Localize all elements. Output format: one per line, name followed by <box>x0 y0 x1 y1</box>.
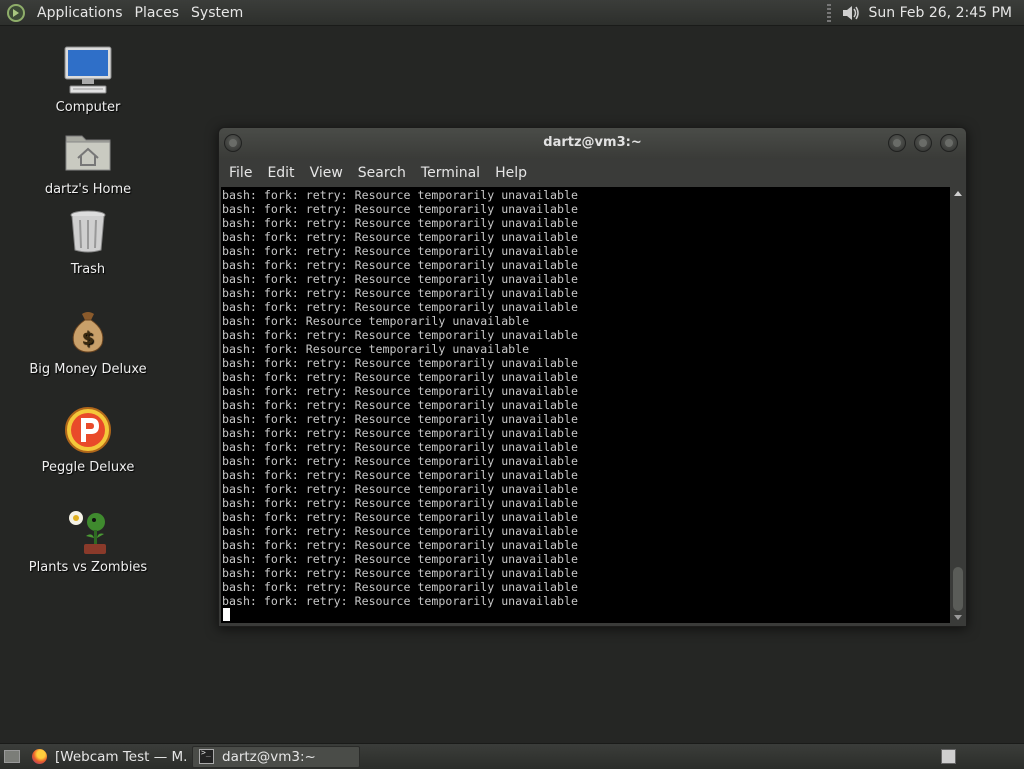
desktop-icon-label: Big Money Deluxe <box>29 362 147 377</box>
terminal-line: bash: fork: retry: Resource temporarily … <box>222 538 578 552</box>
money-bag-icon: $ <box>64 308 112 358</box>
menu-help[interactable]: Help <box>489 165 533 181</box>
panel-tray: Sun Feb 26, 2:45 PM <box>826 0 1024 25</box>
peggle-icon <box>64 406 112 456</box>
terminal-line: bash: fork: retry: Resource temporarily … <box>222 272 578 286</box>
taskbar-item-webcam-test[interactable]: [Webcam Test — M... <box>26 746 192 768</box>
home-folder-icon <box>64 128 112 178</box>
desktop-icon-label: Trash <box>70 262 106 277</box>
terminal-line: bash: fork: retry: Resource temporarily … <box>222 510 578 524</box>
scroll-up-arrow-icon[interactable] <box>954 191 962 196</box>
menu-edit[interactable]: Edit <box>261 165 300 181</box>
plants-icon <box>64 506 112 556</box>
taskbar-item-label: dartz@vm3:~ <box>222 748 316 765</box>
minimize-button[interactable] <box>888 134 906 152</box>
terminal-line: bash: fork: retry: Resource temporarily … <box>222 258 578 272</box>
terminal-line: bash: fork: retry: Resource temporarily … <box>222 230 578 244</box>
desktop-icon-peggle[interactable]: Peggle Deluxe <box>18 406 158 475</box>
terminal-prompt[interactable] <box>221 608 950 622</box>
taskbar-item-label: [Webcam Test — M... <box>55 748 186 765</box>
terminal-scrollbar[interactable] <box>951 187 965 623</box>
terminal-line: bash: fork: retry: Resource temporarily … <box>222 524 578 538</box>
window-title: dartz@vm3:~ <box>543 135 642 150</box>
menu-places[interactable]: Places <box>129 5 186 21</box>
terminal-lines: bash: fork: retry: Resource temporarily … <box>221 187 950 608</box>
menu-view[interactable]: View <box>304 165 349 181</box>
desktop-icon-home[interactable]: dartz's Home <box>18 128 158 197</box>
text-cursor <box>223 608 230 621</box>
scroll-thumb[interactable] <box>953 567 963 611</box>
terminal-line: bash: fork: retry: Resource temporarily … <box>222 202 578 216</box>
terminal-line: bash: fork: retry: Resource temporarily … <box>222 482 578 496</box>
computer-icon <box>64 46 112 96</box>
desktop-icon-plants-vs-zombies[interactable]: Plants vs Zombies <box>18 506 158 575</box>
desktop-icon-label: Computer <box>55 100 121 115</box>
desktop-icon-label: Plants vs Zombies <box>28 560 148 575</box>
terminal-line: bash: fork: retry: Resource temporarily … <box>222 244 578 258</box>
terminal-line: bash: fork: retry: Resource temporarily … <box>222 454 578 468</box>
terminal-line: bash: fork: retry: Resource temporarily … <box>222 496 578 510</box>
desktop-icon-big-money[interactable]: $ Big Money Deluxe <box>18 308 158 377</box>
desktop-icon-trash[interactable]: Trash <box>18 208 158 277</box>
terminal-line: bash: fork: retry: Resource temporarily … <box>222 412 578 426</box>
terminal-line: bash: fork: retry: Resource temporarily … <box>222 580 578 594</box>
workspace-switcher[interactable] <box>941 749 956 764</box>
terminal-line: bash: fork: retry: Resource temporarily … <box>222 594 578 608</box>
clock[interactable]: Sun Feb 26, 2:45 PM <box>861 5 1024 21</box>
terminal-line: bash: fork: retry: Resource temporarily … <box>222 426 578 440</box>
menu-search[interactable]: Search <box>352 165 412 181</box>
show-desktop-icon[interactable] <box>4 750 20 763</box>
desktop-icon-computer[interactable]: Computer <box>18 46 158 115</box>
panel-handle[interactable] <box>826 3 831 22</box>
taskbar-item-terminal[interactable]: dartz@vm3:~ <box>192 745 360 768</box>
scroll-down-arrow-icon[interactable] <box>954 615 962 620</box>
terminal-line: bash: fork: retry: Resource temporarily … <box>222 552 578 566</box>
terminal-line: bash: fork: retry: Resource temporarily … <box>222 328 578 342</box>
terminal-menubar: File Edit View Search Terminal Help <box>219 159 966 187</box>
terminal-line: bash: fork: retry: Resource temporarily … <box>222 286 578 300</box>
terminal-line: bash: fork: retry: Resource temporarily … <box>222 300 578 314</box>
trash-icon <box>64 208 112 258</box>
terminal-line: bash: fork: retry: Resource temporarily … <box>222 356 578 370</box>
desktop-icon-label: dartz's Home <box>44 182 132 197</box>
terminal-line: bash: fork: retry: Resource temporarily … <box>222 370 578 384</box>
maximize-button[interactable] <box>914 134 932 152</box>
terminal-line: bash: fork: retry: Resource temporarily … <box>222 468 578 482</box>
terminal-line: bash: fork: retry: Resource temporarily … <box>222 440 578 454</box>
menu-terminal[interactable]: Terminal <box>415 165 486 181</box>
distro-logo-icon[interactable] <box>7 3 25 22</box>
menu-system[interactable]: System <box>185 5 249 21</box>
terminal-line: bash: fork: Resource temporarily unavail… <box>222 342 530 356</box>
terminal-line: bash: fork: retry: Resource temporarily … <box>222 188 578 202</box>
terminal-line: bash: fork: retry: Resource temporarily … <box>222 398 578 412</box>
close-button[interactable] <box>940 134 958 152</box>
window-titlebar[interactable]: dartz@vm3:~ <box>219 128 966 159</box>
terminal-line: bash: fork: retry: Resource temporarily … <box>222 384 578 398</box>
svg-text:$: $ <box>82 328 95 349</box>
top-panel: Applications Places System Sun Feb 26, 2… <box>0 0 1024 26</box>
terminal-line: bash: fork: Resource temporarily unavail… <box>222 314 530 328</box>
menu-file[interactable]: File <box>223 165 258 181</box>
terminal-window[interactable]: dartz@vm3:~ File Edit View Search Termin… <box>218 127 967 627</box>
firefox-icon <box>32 749 47 764</box>
terminal-output[interactable]: bash: fork: retry: Resource temporarily … <box>221 187 950 623</box>
speaker-icon[interactable] <box>839 4 861 22</box>
terminal-icon <box>199 748 214 764</box>
menu-applications[interactable]: Applications <box>31 5 129 21</box>
terminal-line: bash: fork: retry: Resource temporarily … <box>222 216 578 230</box>
bottom-panel: [Webcam Test — M... dartz@vm3:~ <box>0 743 1024 769</box>
desktop-icon-label: Peggle Deluxe <box>41 460 135 475</box>
terminal-line: bash: fork: retry: Resource temporarily … <box>222 566 578 580</box>
